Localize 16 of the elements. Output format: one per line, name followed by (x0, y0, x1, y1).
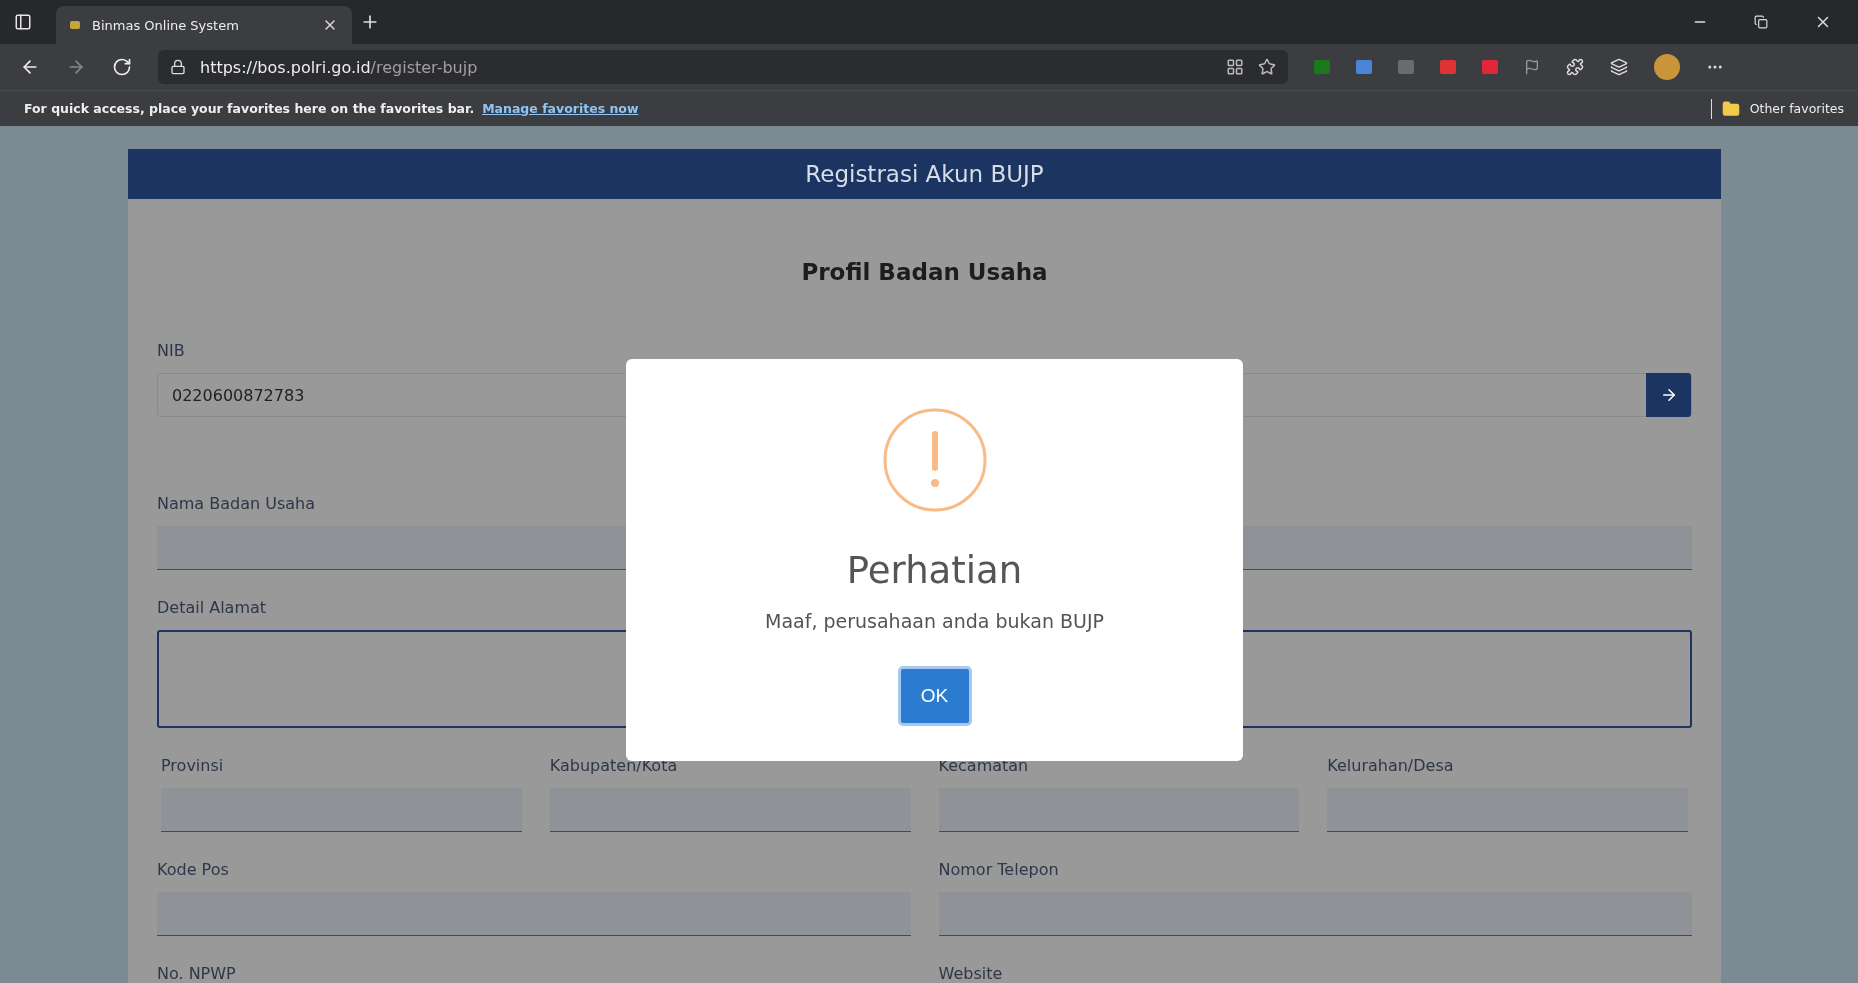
field-label: Nama Badan Usaha (157, 494, 315, 513)
field-label: Kecamatan (938, 756, 1029, 775)
field-label: Nomor Telepon (938, 860, 1059, 879)
field-label: Provinsi (161, 756, 224, 775)
section-title: Profil Badan Usaha (800, 259, 1049, 286)
dialog-title: Perhatian (846, 549, 1023, 592)
field-label: Kabupaten/Kota (549, 756, 678, 775)
form-title: Registrasi Akun BUJP (805, 161, 1044, 187)
field-label: Detail Alamat (157, 598, 267, 617)
field-label: Website (938, 964, 1003, 983)
field-label: NIB (157, 341, 185, 360)
dialog-message: Maaf, perusahaan anda bukan BUJP (765, 610, 1104, 632)
field-label: No. NPWP (157, 964, 236, 983)
field-label: Kode Pos (157, 860, 229, 879)
favorites-hint: For quick access, place your favorites here on the favorites bar. (24, 101, 475, 116)
field-label: Kelurahan/Desa (1327, 756, 1454, 775)
